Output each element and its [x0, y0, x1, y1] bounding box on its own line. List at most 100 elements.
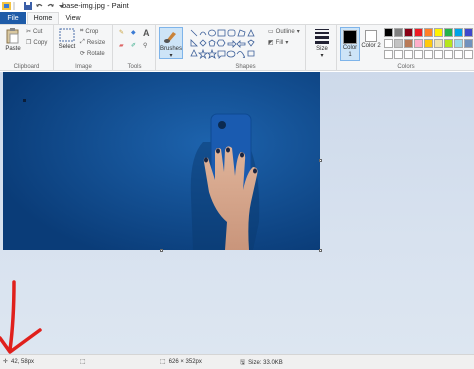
copy-button[interactable]: ❐ Copy — [26, 39, 48, 47]
window-title: base-img.jpg - Paint — [62, 1, 129, 10]
tools-group: ✎ ◆ A ▰ ✐ ⚲ Tools — [114, 25, 156, 71]
fill-bucket-icon[interactable]: ◆ — [131, 29, 136, 36]
palette-color-swatch[interactable] — [464, 39, 473, 48]
resize-icon: ⤢ — [80, 39, 85, 45]
file-size-value: Size: 33.0KB — [248, 360, 283, 366]
select-icon — [59, 28, 75, 42]
save-icon[interactable] — [24, 2, 33, 10]
crosshair-icon: ✛ — [3, 359, 9, 365]
colors-group: Color 1 Color 2 Colors — [338, 25, 474, 71]
palette-color-swatch[interactable] — [394, 50, 403, 59]
image-size-value: 626 × 352px — [168, 358, 202, 365]
fill-dropdown-icon: ▾ — [285, 40, 289, 46]
color-picker-icon[interactable]: ✐ — [131, 42, 136, 49]
palette-color-swatch[interactable] — [454, 50, 463, 59]
resize-handle-corner[interactable] — [319, 249, 322, 252]
palette-color-swatch[interactable] — [414, 50, 423, 59]
color2-label: Color 2 — [361, 43, 381, 49]
paste-icon — [6, 28, 19, 44]
palette-color-swatch[interactable] — [384, 28, 393, 37]
paste-button[interactable]: Paste — [3, 28, 23, 52]
size-button[interactable]: Size ▾ — [310, 28, 334, 59]
shapes-group-label: Shapes — [235, 64, 256, 70]
palette-color-swatch[interactable] — [414, 39, 423, 48]
shapes-gallery[interactable] — [190, 29, 258, 59]
outline-dropdown-icon: ▾ — [296, 29, 300, 35]
ribbon-tabs: File Home View — [0, 12, 474, 24]
palette-color-swatch[interactable] — [394, 28, 403, 37]
palette-color-swatch[interactable] — [464, 50, 473, 59]
color2-button[interactable]: Color 2 — [361, 27, 381, 50]
resize-handle-bottom[interactable] — [160, 249, 163, 252]
palette-color-swatch[interactable] — [444, 39, 453, 48]
text-tool-icon[interactable]: A — [143, 28, 150, 38]
color2-swatch — [365, 30, 377, 42]
palette-color-swatch[interactable] — [444, 50, 453, 59]
select-button[interactable]: Select — [57, 28, 77, 50]
cursor-position: ✛ 42, 58px — [3, 358, 35, 366]
palette-color-swatch[interactable] — [424, 50, 433, 59]
image-size: ⬚ 626 × 352px — [160, 358, 202, 366]
disk-icon: 🖫 — [240, 360, 246, 366]
palette-color-swatch[interactable] — [404, 39, 413, 48]
scissors-icon: ✂ — [26, 29, 32, 35]
tab-file[interactable]: File — [0, 12, 26, 24]
palette-color-swatch[interactable] — [414, 28, 423, 37]
outline-dropdown[interactable]: ▭ Outline ▾ — [268, 28, 300, 36]
palette-color-swatch[interactable] — [464, 28, 473, 37]
size-dropdown-icon: ▾ — [320, 53, 324, 59]
color1-swatch — [343, 30, 357, 44]
cursor-position-value: 42, 58px — [11, 358, 35, 365]
palette-color-swatch[interactable] — [384, 39, 393, 48]
tab-home[interactable]: Home — [27, 12, 59, 24]
resize-button[interactable]: ⤢ Resize — [80, 39, 105, 46]
outline-icon: ▭ — [268, 29, 274, 35]
copy-label: Copy — [33, 39, 48, 46]
eraser-icon[interactable]: ▰ — [119, 42, 124, 49]
status-bar: ✛ 42, 58px ⬚ ⬚ 626 × 352px 🖫 Size: 33.0K… — [0, 354, 474, 369]
undo-icon[interactable] — [35, 2, 44, 10]
canvas-image[interactable] — [3, 72, 320, 250]
palette-color-swatch[interactable] — [404, 28, 413, 37]
magnifier-icon[interactable]: ⚲ — [143, 42, 147, 49]
size-lines-icon — [315, 29, 329, 44]
resize-handle-right[interactable] — [319, 159, 322, 162]
crop-label: Crop — [85, 28, 99, 35]
brushes-dropdown-icon: ▾ — [169, 53, 173, 59]
rotate-label: Rotate — [87, 50, 105, 57]
tab-view[interactable]: View — [60, 12, 86, 24]
palette-color-swatch[interactable] — [434, 39, 443, 48]
clipboard-group: Paste ✂ Cut ❐ Copy Clipboard — [0, 25, 54, 71]
image-group: Select ⌗ Crop ⤢ Resize ⟳ Rotate Image — [55, 25, 113, 71]
palette-color-swatch[interactable] — [454, 39, 463, 48]
brushes-button[interactable]: Brushes ▾ — [159, 27, 183, 59]
rotate-icon: ⟳ — [80, 51, 86, 57]
palette-color-swatch[interactable] — [424, 39, 433, 48]
pencil-icon[interactable]: ✎ — [119, 29, 124, 36]
outline-label: Outline — [275, 28, 295, 35]
fill-dropdown[interactable]: ◩ Fill ▾ — [268, 39, 289, 47]
palette-color-swatch[interactable] — [394, 39, 403, 48]
image-size-icon: ⬚ — [160, 359, 166, 365]
resize-label: Resize — [86, 39, 106, 46]
color1-button[interactable]: Color 1 — [340, 27, 360, 61]
redo-icon[interactable] — [46, 2, 55, 10]
color1-label: Color 1 — [342, 45, 358, 58]
brushes-group: Brushes ▾ — [157, 25, 185, 71]
palette-color-swatch[interactable] — [424, 28, 433, 37]
rotate-button[interactable]: ⟳ Rotate — [80, 50, 105, 58]
cut-label: Cut — [33, 28, 43, 35]
palette-color-swatch[interactable] — [384, 50, 393, 59]
fill-label: Fill — [275, 39, 284, 46]
palette-color-swatch[interactable] — [444, 28, 453, 37]
palette-color-swatch[interactable] — [434, 28, 443, 37]
shapes-group: ▭ Outline ▾ ◩ Fill ▾ Shapes — [186, 25, 306, 71]
crop-button[interactable]: ⌗ Crop — [80, 28, 98, 35]
palette-color-swatch[interactable] — [454, 28, 463, 37]
cut-button[interactable]: ✂ Cut — [26, 28, 43, 36]
ribbon: Paste ✂ Cut ❐ Copy Clipboard Select ⌗ Cr… — [0, 24, 474, 71]
copy-icon: ❐ — [26, 40, 32, 46]
palette-color-swatch[interactable] — [434, 50, 443, 59]
canvas-area[interactable] — [0, 72, 474, 354]
palette-color-swatch[interactable] — [404, 50, 413, 59]
